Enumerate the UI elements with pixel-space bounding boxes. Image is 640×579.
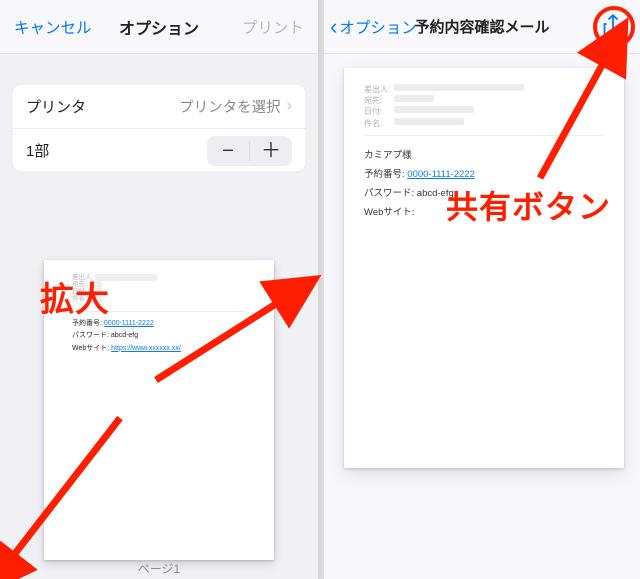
page-preview-thumbnail[interactable]: 差出人: xxxxxxxx@gmail.com 宛先: xxxx 日付: xxx… bbox=[44, 260, 274, 560]
document-body: カミアプ様 予約番号: 0000-1111-2222 パスワード: abcd-e… bbox=[364, 146, 604, 222]
right-nav-title: 予約内容確認メール bbox=[414, 16, 549, 37]
preview-body: 予約番号: 0000-1111-2222 パスワード: abcd-efg Web… bbox=[72, 318, 246, 356]
share-button[interactable] bbox=[596, 10, 630, 44]
page-number-label: ページ1 bbox=[44, 560, 274, 577]
copies-stepper: − ＋ bbox=[207, 136, 292, 166]
copies-row: 1部 − ＋ bbox=[12, 128, 306, 172]
print-button-disabled: プリント bbox=[242, 0, 304, 54]
copies-decrement-button[interactable]: − bbox=[207, 136, 249, 166]
right-navbar: ‹ オプション 予約内容確認メール bbox=[324, 0, 640, 54]
reservation-number-link[interactable]: 0000-1111-2222 bbox=[407, 169, 475, 180]
printer-value: プリンタを選択 bbox=[179, 96, 281, 117]
share-icon bbox=[602, 14, 624, 40]
document-page[interactable]: 差出人: 宛先: 日付: 件名: カミアプ様 予約番号: 0000-1111-2… bbox=[344, 68, 624, 468]
printer-row[interactable]: プリンタ プリンタを選択 › bbox=[12, 84, 306, 128]
doc-greeting: カミアプ様 bbox=[364, 146, 604, 165]
chevron-left-icon: ‹ bbox=[330, 16, 337, 38]
document-preview-panel: ‹ オプション 予約内容確認メール 差出人: 宛先: 日付: 件名: カミアプ様… bbox=[324, 0, 640, 579]
chevron-right-icon: › bbox=[287, 97, 292, 115]
left-nav-title: オプション bbox=[119, 15, 199, 39]
back-label: オプション bbox=[339, 16, 417, 38]
left-navbar: キャンセル オプション プリント bbox=[0, 0, 318, 54]
print-settings-group: プリンタ プリンタを選択 › 1部 − ＋ bbox=[12, 84, 306, 172]
cancel-button[interactable]: キャンセル bbox=[14, 0, 92, 54]
copies-increment-button[interactable]: ＋ bbox=[250, 136, 292, 166]
copies-label: 1部 bbox=[26, 140, 207, 161]
back-button[interactable]: ‹ オプション bbox=[330, 0, 417, 54]
print-options-panel: キャンセル オプション プリント プリンタ プリンタを選択 › 1部 − ＋ 差… bbox=[0, 0, 318, 579]
printer-label: プリンタ bbox=[26, 96, 179, 117]
